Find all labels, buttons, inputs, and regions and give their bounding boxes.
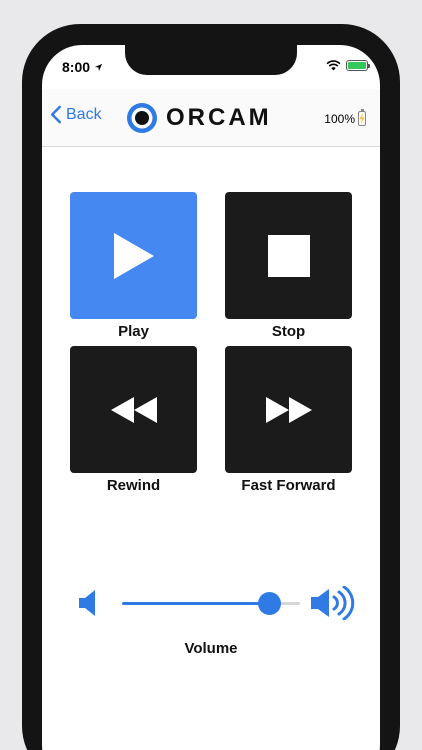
volume-slider-thumb[interactable]	[258, 592, 282, 615]
play-button[interactable]	[70, 192, 197, 319]
stop-icon	[267, 234, 310, 277]
stop-label: Stop	[271, 323, 306, 340]
chevron-left-icon	[50, 105, 62, 124]
charging-battery-icon	[358, 109, 366, 126]
play-label: Play	[118, 323, 149, 340]
rewind-icon	[110, 396, 157, 423]
location-arrow-icon	[94, 63, 103, 71]
volume-label: Volume	[184, 640, 238, 657]
stop-control: Stop	[225, 192, 352, 340]
volume-slider-fill	[122, 602, 270, 605]
fast-forward-icon	[265, 396, 312, 423]
status-time-text: 8:00	[62, 59, 91, 75]
volume-low-icon[interactable]	[78, 589, 98, 617]
rewind-button[interactable]	[70, 346, 197, 473]
app-screen: 8:00 Back ORCAM 100% Play Stop Rewind Fa…	[42, 45, 380, 750]
fast-forward-button[interactable]	[225, 346, 352, 473]
volume-slider[interactable]	[122, 592, 300, 615]
orcam-logo: ORCAM	[126, 102, 272, 134]
battery-percent: 100%	[324, 111, 355, 126]
stop-button[interactable]	[225, 192, 352, 319]
play-icon	[113, 232, 154, 279]
battery-icon	[346, 60, 370, 71]
device-battery: 100%	[324, 109, 366, 126]
fast-forward-control: Fast Forward	[225, 346, 352, 494]
logo-text: ORCAM	[166, 104, 272, 131]
volume-high-icon[interactable]	[310, 586, 356, 620]
phone-frame: 8:00 Back ORCAM 100% Play Stop Rewind Fa…	[22, 24, 400, 750]
back-button[interactable]: Back	[50, 105, 102, 124]
notch	[125, 45, 297, 75]
rewind-control: Rewind	[70, 346, 197, 494]
status-indicators	[326, 60, 370, 71]
status-time: 8:00	[62, 59, 103, 75]
rewind-label: Rewind	[106, 477, 161, 494]
fast-forward-label: Fast Forward	[241, 477, 336, 494]
play-control: Play	[70, 192, 197, 340]
back-button-label: Back	[66, 105, 102, 123]
wifi-icon	[326, 60, 341, 71]
eye-logo-icon	[127, 103, 157, 133]
nav-bar: Back ORCAM 100%	[42, 89, 380, 147]
volume-control: Volume	[42, 565, 380, 657]
